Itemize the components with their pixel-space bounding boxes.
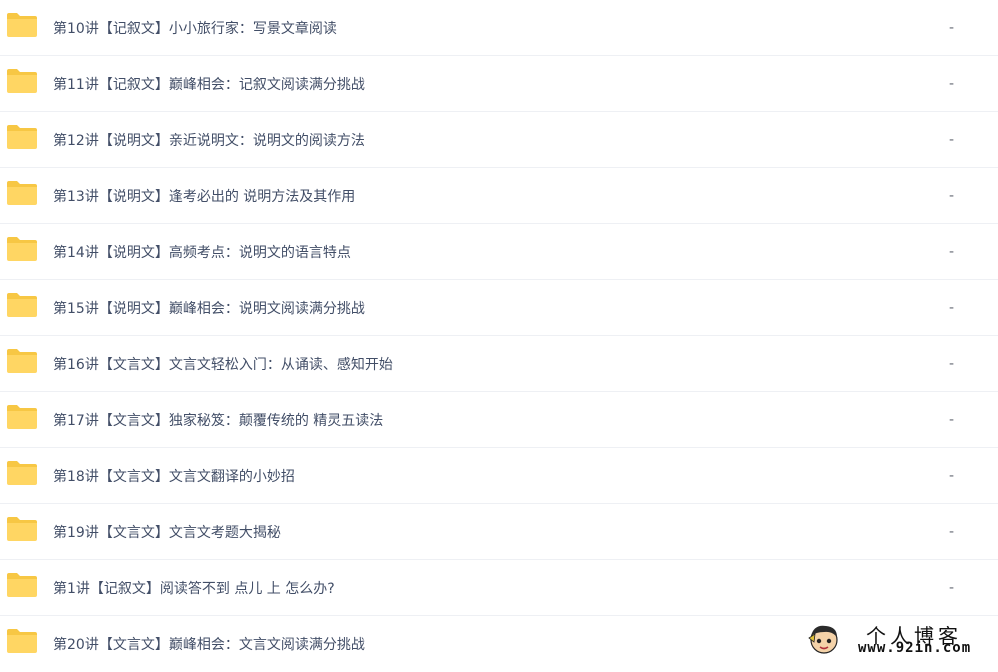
file-size: - xyxy=(949,355,955,372)
file-name[interactable]: 第19讲【文言文】文言文考题大揭秘 xyxy=(53,504,281,559)
file-name[interactable]: 第16讲【文言文】文言文轻松入门：从诵读、感知开始 xyxy=(53,336,393,391)
file-size: - xyxy=(949,579,955,596)
file-name[interactable]: 第10讲【记叙文】小小旅行家：写景文章阅读 xyxy=(53,0,337,55)
file-row[interactable]: 第14讲【说明文】高频考点：说明文的语言特点 - xyxy=(0,224,998,280)
file-size: - xyxy=(949,187,955,204)
site-watermark: 个人博客 www.92in.com xyxy=(806,618,998,661)
file-name[interactable]: 第15讲【说明文】巅峰相会：说明文阅读满分挑战 xyxy=(53,280,365,335)
file-list: 第10讲【记叙文】小小旅行家：写景文章阅读 - 第11讲【记叙文】巅峰相会：记叙… xyxy=(0,0,998,672)
file-name[interactable]: 第17讲【文言文】独家秘笈：颠覆传统的 精灵五读法 xyxy=(53,392,383,447)
file-size: - xyxy=(949,243,955,260)
file-row[interactable]: 第18讲【文言文】文言文翻译的小妙招 - xyxy=(0,448,998,504)
file-name[interactable]: 第12讲【说明文】亲近说明文：说明文的阅读方法 xyxy=(53,112,365,167)
folder-icon xyxy=(6,348,38,374)
file-row[interactable]: 第17讲【文言文】独家秘笈：颠覆传统的 精灵五读法 - xyxy=(0,392,998,448)
file-name[interactable]: 第1讲【记叙文】阅读答不到 点儿 上 怎么办? xyxy=(53,560,335,615)
file-row[interactable]: 第1讲【记叙文】阅读答不到 点儿 上 怎么办? - xyxy=(0,560,998,616)
file-name[interactable]: 第14讲【说明文】高频考点：说明文的语言特点 xyxy=(53,224,351,279)
folder-icon xyxy=(6,572,38,598)
file-row[interactable]: 第15讲【说明文】巅峰相会：说明文阅读满分挑战 - xyxy=(0,280,998,336)
folder-icon xyxy=(6,628,38,654)
file-size: - xyxy=(949,75,955,92)
file-size: - xyxy=(949,411,955,428)
folder-icon xyxy=(6,516,38,542)
file-size: - xyxy=(949,131,955,148)
file-name[interactable]: 第20讲【文言文】巅峰相会：文言文阅读满分挑战 xyxy=(53,616,365,672)
file-row[interactable]: 第19讲【文言文】文言文考题大揭秘 - xyxy=(0,504,998,560)
file-row[interactable]: 第12讲【说明文】亲近说明文：说明文的阅读方法 - xyxy=(0,112,998,168)
folder-icon xyxy=(6,68,38,94)
file-name[interactable]: 第18讲【文言文】文言文翻译的小妙招 xyxy=(53,448,295,503)
file-row[interactable]: 第11讲【记叙文】巅峰相会：记叙文阅读满分挑战 - xyxy=(0,56,998,112)
file-row[interactable]: 第13讲【说明文】逢考必出的 说明方法及其作用 - xyxy=(0,168,998,224)
folder-icon xyxy=(6,124,38,150)
watermark-url: www.92in.com xyxy=(858,640,972,656)
mascot-icon xyxy=(806,622,842,656)
file-row[interactable]: 第10讲【记叙文】小小旅行家：写景文章阅读 - xyxy=(0,0,998,56)
file-name[interactable]: 第13讲【说明文】逢考必出的 说明方法及其作用 xyxy=(53,168,355,223)
folder-icon xyxy=(6,404,38,430)
folder-icon xyxy=(6,460,38,486)
folder-icon xyxy=(6,236,38,262)
file-size: - xyxy=(949,19,955,36)
file-name[interactable]: 第11讲【记叙文】巅峰相会：记叙文阅读满分挑战 xyxy=(53,56,365,111)
file-size: - xyxy=(949,467,955,484)
folder-icon xyxy=(6,180,38,206)
folder-icon xyxy=(6,12,38,38)
file-size: - xyxy=(949,523,955,540)
folder-icon xyxy=(6,292,38,318)
file-row[interactable]: 第16讲【文言文】文言文轻松入门：从诵读、感知开始 - xyxy=(0,336,998,392)
file-size: - xyxy=(949,299,955,316)
